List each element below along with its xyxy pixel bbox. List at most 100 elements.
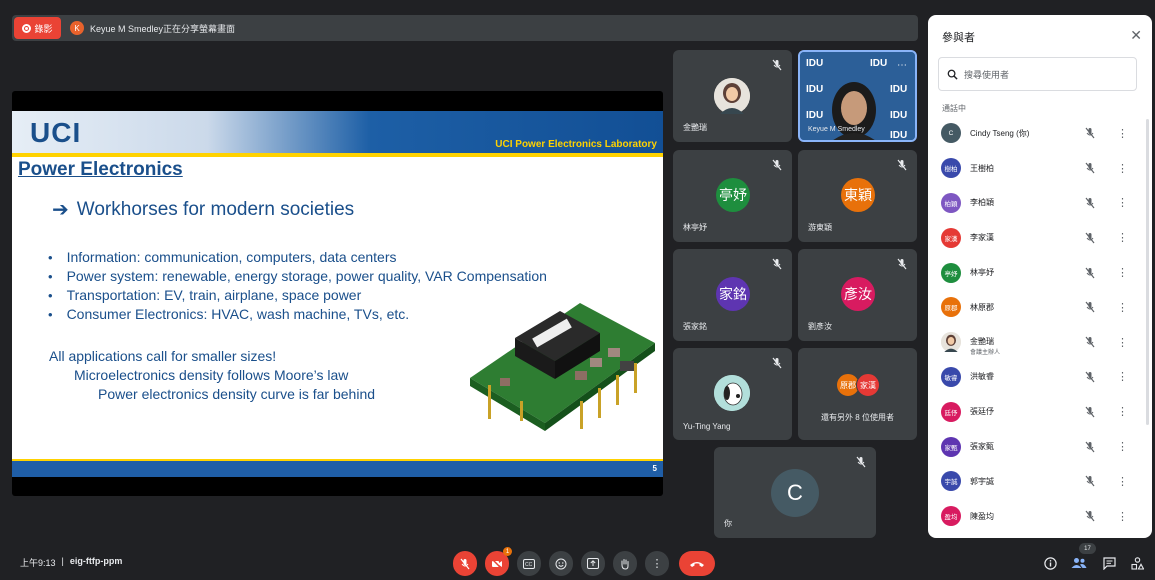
more-vert-icon[interactable]: ⋮ [1117, 405, 1128, 418]
record-icon [22, 23, 32, 33]
mic-off-icon [1085, 232, 1095, 244]
participant-tile[interactable]: 金艷瑞 [673, 50, 792, 142]
more-vert-icon[interactable]: ⋮ [1117, 231, 1128, 244]
svg-text:IDU: IDU [806, 110, 823, 121]
chat-icon [1102, 556, 1116, 570]
people-button[interactable] [1071, 555, 1087, 571]
avatar [714, 375, 750, 411]
participant-name: 游東穎 [808, 223, 832, 232]
more-vert-icon[interactable]: ⋮ [1117, 196, 1128, 209]
more-vert-icon[interactable]: ⋮ [1117, 370, 1128, 383]
presenter-chip[interactable]: K Keyue M Smedley正在分享螢幕畫面 [70, 17, 320, 39]
participant-name: 劉彥汝 [808, 322, 832, 331]
participant-avatar: 盈均 [941, 506, 961, 527]
hang-up-icon [690, 561, 704, 567]
mic-toggle-button[interactable] [453, 551, 477, 576]
slide-page-number: 5 [652, 464, 657, 473]
participant-row[interactable]: 廷伃 張廷伃 ⋮ [928, 394, 1152, 429]
participant-row[interactable]: 家漢 李家漢 ⋮ [928, 220, 1152, 255]
search-icon [947, 69, 958, 80]
more-options-button[interactable]: ⋮ [645, 551, 669, 576]
panel-title: 參與者 [942, 32, 975, 44]
mic-off-icon [1085, 475, 1095, 487]
more-vert-icon[interactable]: ⋮ [1117, 266, 1128, 279]
participant-avatar: 樹柏 [941, 158, 961, 179]
self-tile[interactable]: C 你 [714, 447, 876, 538]
record-label: 錄影 [34, 23, 53, 34]
mic-off-icon [856, 456, 866, 468]
present-icon [587, 558, 599, 569]
participant-row[interactable]: 敏睿 洪敏睿 ⋮ [928, 360, 1152, 395]
participant-row[interactable]: 宇誠 郭宇誠 ⋮ [928, 464, 1152, 499]
meeting-code: eig-ftfp-ppm [69, 556, 123, 566]
present-screen-button[interactable] [581, 551, 605, 576]
participant-row[interactable]: 亭妤 林亭妤 ⋮ [928, 255, 1152, 290]
scrollbar[interactable] [1146, 119, 1149, 425]
participant-row[interactable]: 柏穎 李柏穎 ⋮ [928, 186, 1152, 221]
lab-title: UCI Power Electronics Laboratory [495, 139, 657, 150]
participant-row[interactable]: 原郡 林原郡 ⋮ [928, 290, 1152, 325]
meeting-details-button[interactable] [1042, 555, 1058, 571]
participant-row[interactable]: 金艷瑞 會議主辦人 ⋮ [928, 325, 1152, 360]
participant-tile[interactable]: Yu-Ting Yang [673, 348, 792, 440]
raise-hand-button[interactable] [613, 551, 637, 576]
avatar: 東穎 [841, 178, 875, 212]
participant-avatar: C [941, 123, 961, 144]
camera-toggle-button[interactable]: 1 [485, 547, 512, 576]
notification-badge: 1 [503, 547, 512, 556]
more-vert-icon[interactable]: ⋮ [1117, 475, 1128, 488]
participant-tile[interactable]: 彥汝 劉彥汝 [798, 249, 917, 341]
mic-off-icon [1085, 128, 1095, 139]
more-vert-icon[interactable]: ⋮ [1117, 301, 1128, 314]
presenter-avatar: K [70, 21, 84, 35]
more-options-icon[interactable]: ⋯ [897, 60, 907, 71]
participant-name: 王樹柏 [970, 163, 994, 173]
more-vert-icon[interactable]: ⋮ [1117, 336, 1128, 349]
person-photo-icon [941, 332, 961, 353]
participant-avatar: 家甄 [941, 436, 961, 457]
participant-name: 李柏穎 [970, 198, 994, 208]
avatar: 家銘 [716, 277, 750, 311]
participant-row[interactable]: C Cindy Tseng (你) ⋮ [928, 116, 1152, 151]
participant-name: 洪敏睿 [970, 372, 994, 382]
leave-call-button[interactable] [679, 551, 715, 576]
participant-avatar: 宇誠 [941, 471, 961, 492]
participant-tile[interactable]: 東穎 游東穎 [798, 150, 917, 242]
arrow-right-icon: ➔ [52, 199, 69, 221]
more-participants-tile[interactable]: 原郡 家漢 還有另外 8 位使用者 [798, 348, 917, 440]
record-button[interactable]: 錄影 [14, 17, 61, 39]
captions-button[interactable]: CC [517, 551, 541, 576]
participant-name: 張廷伃 [970, 407, 994, 417]
participant-tile[interactable]: 亭妤 林亭妤 [673, 150, 792, 242]
participant-video-tile[interactable]: IDU IDU IDU IDU IDU IDU IDU Keyue M Smedley… [798, 50, 917, 142]
participant-name: 張家銘 [683, 322, 707, 331]
emoji-button[interactable] [549, 551, 573, 576]
mic-off-icon [1085, 302, 1095, 313]
svg-text:IDU: IDU [806, 58, 823, 69]
mic-off-icon [1085, 441, 1095, 452]
more-vert-icon[interactable]: ⋮ [1117, 127, 1128, 140]
slide-title: Power Electronics [18, 159, 183, 180]
participant-row[interactable]: 盈均 陳盈均 ⋮ [928, 499, 1152, 534]
more-vert-icon[interactable]: ⋮ [1117, 162, 1128, 175]
hand-icon [621, 558, 629, 570]
participant-tile[interactable]: 家銘 張家銘 [673, 249, 792, 341]
uci-logo: UCI [30, 117, 82, 148]
person-photo-icon [714, 78, 750, 114]
participant-row[interactable]: 家甄 張家甄 ⋮ [928, 429, 1152, 464]
emoji-icon [555, 558, 567, 569]
activities-button[interactable] [1129, 555, 1145, 571]
svg-text:IDU: IDU [870, 58, 887, 69]
presentation-view: UCI UCI Power Electronics Laboratory Pow… [12, 91, 663, 496]
participant-row[interactable]: 樹柏 王樹柏 ⋮ [928, 151, 1152, 186]
mic-off-icon [1085, 406, 1095, 418]
more-vert-icon[interactable]: ⋮ [1117, 510, 1128, 523]
search-input[interactable]: 搜尋使用者 [938, 57, 1137, 91]
participant-name: Keyue M Smedley [808, 126, 865, 133]
close-icon[interactable]: ✕ [1130, 27, 1142, 44]
chat-button[interactable] [1101, 555, 1117, 571]
camera-off-icon [491, 557, 503, 570]
more-vert-icon[interactable]: ⋮ [1117, 440, 1128, 453]
avatar [714, 78, 750, 114]
slide: UCI UCI Power Electronics Laboratory Pow… [12, 111, 663, 477]
